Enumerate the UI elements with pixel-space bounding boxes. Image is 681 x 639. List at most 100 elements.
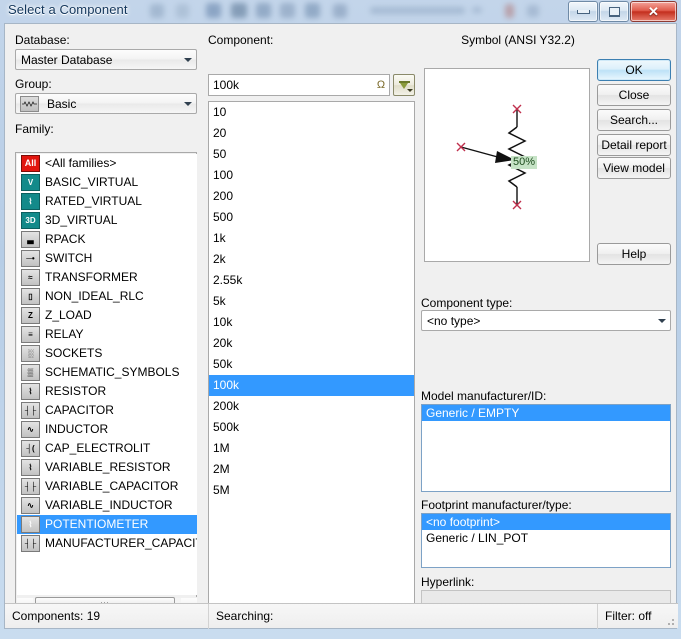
family-list-item[interactable]: ∿ VARIABLE_INDUCTOR (17, 496, 197, 515)
minimize-button[interactable] (568, 1, 598, 22)
family-item-label: NON_IDEAL_RLC (45, 289, 144, 303)
component-list-item[interactable]: 20 (209, 123, 414, 144)
footprint-label: Footprint manufacturer/type: (421, 498, 572, 512)
resize-grip-icon[interactable] (665, 616, 675, 626)
help-button[interactable]: Help (597, 243, 671, 265)
search-button[interactable]: Search... (597, 109, 671, 131)
family-list-item[interactable]: ┤├ CAPACITOR (17, 401, 197, 420)
family-list-item[interactable]: V BASIC_VIRTUAL (17, 173, 197, 192)
family-item-label: RESISTOR (45, 384, 107, 398)
family-item-label: Z_LOAD (45, 308, 92, 322)
family-symbol-icon: ∿ (21, 497, 40, 514)
database-dropdown[interactable]: Master Database (15, 49, 197, 70)
component-search-input[interactable]: 100k Ω (208, 74, 390, 96)
family-list-item[interactable]: ⌇ VARIABLE_RESISTOR (17, 458, 197, 477)
aero-window-frame: Select a Component ✕ Database: Master Da… (0, 0, 681, 639)
component-type-label: Component type: (421, 296, 513, 310)
status-components: Components: 19 (12, 608, 101, 623)
component-list-item[interactable]: 1k (209, 228, 414, 249)
footprint-list-item[interactable]: <no footprint> (422, 514, 670, 530)
family-symbol-icon: ≡ (21, 326, 40, 343)
blurred-toolbar-icon (333, 4, 347, 18)
component-list-item[interactable]: 500k (209, 417, 414, 438)
window-controls: ✕ (568, 1, 677, 22)
component-list-item[interactable]: 500 (209, 207, 414, 228)
blurred-toolbar-icon (505, 4, 514, 18)
family-list-item[interactable]: ┤├ MANUFACTURER_CAPACITOR (17, 534, 197, 553)
component-list-item[interactable]: 200k (209, 396, 414, 417)
family-item-label: MANUFACTURER_CAPACITOR (45, 536, 197, 550)
component-list-item[interactable]: 200 (209, 186, 414, 207)
component-label: Component: (208, 33, 274, 47)
filter-button[interactable] (393, 74, 415, 96)
close-icon: ✕ (648, 4, 659, 19)
component-list-item[interactable]: 1M (209, 438, 414, 459)
family-list-item[interactable]: ≈ TRANSFORMER (17, 268, 197, 287)
filter-funnel-icon (398, 80, 413, 92)
family-item-label: BASIC_VIRTUAL (45, 175, 139, 189)
component-list-item[interactable]: 50 (209, 144, 414, 165)
component-list-item[interactable]: 10 (209, 102, 414, 123)
family-list[interactable]: All <All families> V BASIC_VIRTUAL ⌇ RATED_VI… (17, 154, 197, 595)
family-list-item[interactable]: All <All families> (17, 154, 197, 173)
blurred-toolbar-text (472, 7, 482, 13)
close-dialog-button[interactable]: Close (597, 84, 671, 106)
chevron-down-icon (653, 311, 670, 330)
model-listbox[interactable]: Generic / EMPTY (421, 404, 671, 492)
family-listbox[interactable]: All <All families> V BASIC_VIRTUAL ⌇ RATED_VI… (15, 152, 197, 616)
family-list-item[interactable]: ┤(CAP_ELECTROLIT (17, 439, 197, 458)
blurred-toolbar-icon (280, 3, 295, 18)
family-list-item[interactable]: ∿ INDUCTOR (17, 420, 197, 439)
component-list-item[interactable]: 20k (209, 333, 414, 354)
family-list-item[interactable]: ▯ NON_IDEAL_RLC (17, 287, 197, 306)
family-item-label: INDUCTOR (45, 422, 109, 436)
family-list-item[interactable]: ░ SOCKETS (17, 344, 197, 363)
component-list-item[interactable]: 2.55k (209, 270, 414, 291)
family-symbol-icon: ▯ (21, 288, 40, 305)
component-list-item[interactable]: 5k (209, 291, 414, 312)
family-list-item[interactable]: Z Z_LOAD (17, 306, 197, 325)
blurred-toolbar-icon (256, 3, 271, 18)
family-list-item[interactable]: ⌇ RATED_VIRTUAL (17, 192, 197, 211)
family-list-item[interactable]: ─• SWITCH (17, 249, 197, 268)
database-value: Master Database (21, 52, 113, 67)
component-type-value: <no type> (427, 313, 481, 328)
title-bar: Select a Component ✕ (0, 0, 681, 23)
family-list-item[interactable]: 3D 3D_VIRTUAL (17, 211, 197, 230)
component-list-item[interactable]: 100k (209, 375, 414, 396)
blurred-toolbar-icon (150, 4, 164, 18)
family-item-label: SCHEMATIC_SYMBOLS (45, 365, 180, 379)
family-list-item[interactable]: ▒ SCHEMATIC_SYMBOLS (17, 363, 197, 382)
component-list-item[interactable]: 2M (209, 459, 414, 480)
maximize-button[interactable] (599, 1, 629, 22)
family-label: Family: (15, 122, 54, 136)
detail-report-button[interactable]: Detail report (597, 134, 671, 156)
group-dropdown[interactable]: Basic (15, 93, 197, 114)
family-symbol-icon: ─• (21, 250, 40, 267)
component-list-item[interactable]: 5M (209, 480, 414, 501)
component-list-item[interactable]: 2k (209, 249, 414, 270)
family-list-item[interactable]: ⌇ RESISTOR (17, 382, 197, 401)
footprint-list-item[interactable]: Generic / LIN_POT (422, 530, 670, 546)
family-list-item[interactable]: ≡ RELAY (17, 325, 197, 344)
component-listbox[interactable]: 10 20 50 100 200 500 1k 2k 2.55k 5k 10k 20k 50k 100k 2… (208, 101, 415, 616)
family-item-label: SOCKETS (45, 346, 103, 360)
close-button[interactable]: ✕ (630, 1, 677, 22)
component-list-item[interactable]: 10k (209, 312, 414, 333)
model-list-item[interactable]: Generic / EMPTY (422, 405, 670, 421)
symbol-label: Symbol (ANSI Y32.2) (461, 33, 575, 47)
group-value: Basic (47, 96, 77, 111)
footprint-listbox[interactable]: <no footprint> Generic / LIN_POT (421, 513, 671, 568)
view-model-button[interactable]: View model (597, 157, 671, 179)
blurred-toolbar-icon (305, 3, 320, 18)
component-search-value: 100k (213, 78, 240, 92)
family-symbol-icon: ┤├ (21, 478, 40, 495)
family-list-item[interactable]: ▃ RPACK (17, 230, 197, 249)
component-list-item[interactable]: 50k (209, 354, 414, 375)
ok-button[interactable]: OK (597, 59, 671, 81)
component-type-dropdown[interactable]: <no type> (421, 310, 671, 331)
family-list-item[interactable]: ⌇ POTENTIOMETER (17, 515, 197, 534)
family-list-item[interactable]: ┤├ VARIABLE_CAPACITOR (17, 477, 197, 496)
component-list-item[interactable]: 100 (209, 165, 414, 186)
family-symbol-icon: ░ (21, 345, 40, 362)
